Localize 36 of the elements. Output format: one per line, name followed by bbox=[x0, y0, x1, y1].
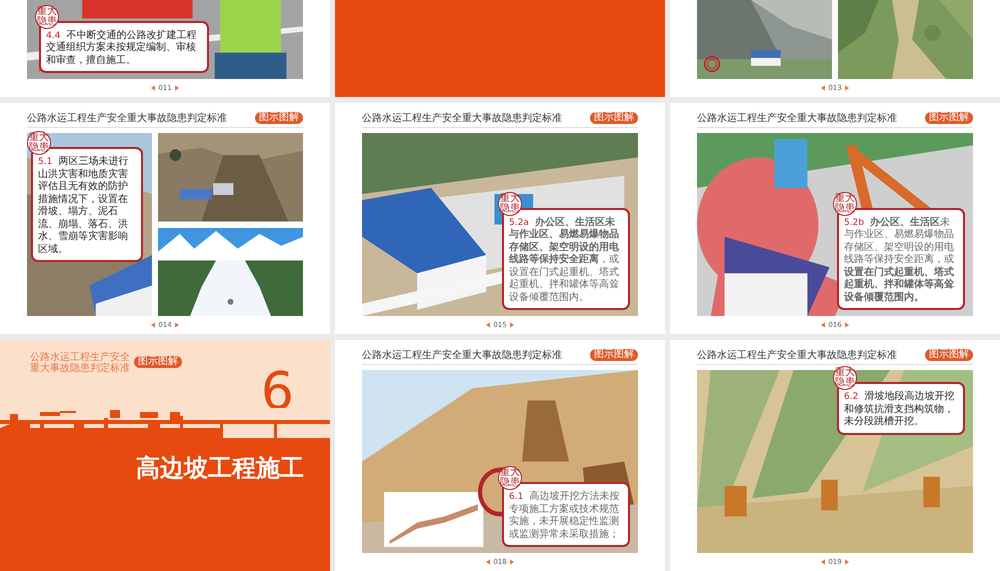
callout-text: 6.2 滑坡地段高边坡开挖和修筑抗滑支挡构筑物，未分段跳槽开挖。 bbox=[844, 391, 956, 428]
next-page-icon[interactable] bbox=[510, 322, 514, 328]
chapter-number: 6 bbox=[260, 366, 294, 408]
book-badge: 图示图解 bbox=[255, 112, 303, 124]
book-badge: 图示图解 bbox=[925, 112, 973, 124]
chapter-title: 高边坡工程施工 bbox=[136, 453, 304, 484]
previous-page-icon[interactable] bbox=[486, 559, 490, 565]
book-badge: 图示图解 bbox=[590, 349, 638, 361]
next-page-icon[interactable] bbox=[174, 322, 179, 328]
book-badge: 图示图解 bbox=[134, 356, 182, 368]
callout-text: 5.1 两区三场未进行山洪灾害和地质灾害评估且无有效的防护措施情况下，设置在滑坡、塌方、泥石流、崩塌、落石、洪水、雪崩等灾害影响区域。 bbox=[38, 156, 130, 256]
book-title: 公路水运工程生产安全重大事故隐患判定标准 bbox=[362, 112, 562, 125]
previous-page-icon[interactable] bbox=[151, 322, 156, 328]
book-title: 公路水运工程生产安全 bbox=[30, 352, 130, 363]
next-page-icon[interactable] bbox=[174, 85, 179, 91]
next-page-icon[interactable] bbox=[844, 559, 849, 565]
next-page-icon[interactable] bbox=[510, 559, 514, 565]
next-page-icon[interactable] bbox=[844, 85, 849, 91]
book-badge: 图示图解 bbox=[590, 112, 638, 124]
book-title: 重大事故隐患判定标准 bbox=[30, 363, 130, 374]
book-title: 公路水运工程生产安全重大事故隐患判定标准 bbox=[362, 348, 562, 362]
callout-text: 4.4 不中断交通的公路改扩建工程交通组织方案未按规定编制、审核和审查，擅自施工。 bbox=[46, 30, 198, 67]
previous-page-icon[interactable] bbox=[821, 85, 826, 91]
stamp-icon bbox=[703, 55, 721, 73]
book-title: 公路水运工程生产安全重大事故隐患判定标准 bbox=[697, 112, 897, 125]
next-page-icon[interactable] bbox=[844, 322, 849, 328]
previous-page-icon[interactable] bbox=[821, 322, 826, 328]
previous-page-icon[interactable] bbox=[486, 322, 490, 328]
callout-text: 6.1 高边坡开挖方法未按专项施工方案或技术规范实施，未开展稳定性监测或监测异常未采取措施； bbox=[509, 491, 621, 541]
book-title: 公路水运工程生产安全重大事故隐患判定标准 bbox=[27, 112, 227, 125]
previous-page-icon[interactable] bbox=[151, 85, 156, 91]
book-title: 公路水运工程生产安全重大事故隐患判定标准 bbox=[697, 348, 897, 362]
previous-page-icon[interactable] bbox=[821, 559, 826, 565]
callout-text: 5.2b 办公区、生活区未与作业区、易燃易爆物品存储区、架空明设的用电线路等保持安全距离，或设置在门式起重机、塔式起重机、拌和罐体等高耸设备倾覆范围内。 bbox=[844, 216, 955, 304]
callout-text: 5.2a 办公区、生活区未与作业区、易燃易爆物品存储区、架空明设的用电线路等保持安全距离，或设置在门式起重机、塔式起重机、拌和罐体等高耸设备倾覆范围内。 bbox=[509, 216, 620, 304]
book-badge: 图示图解 bbox=[925, 349, 973, 361]
